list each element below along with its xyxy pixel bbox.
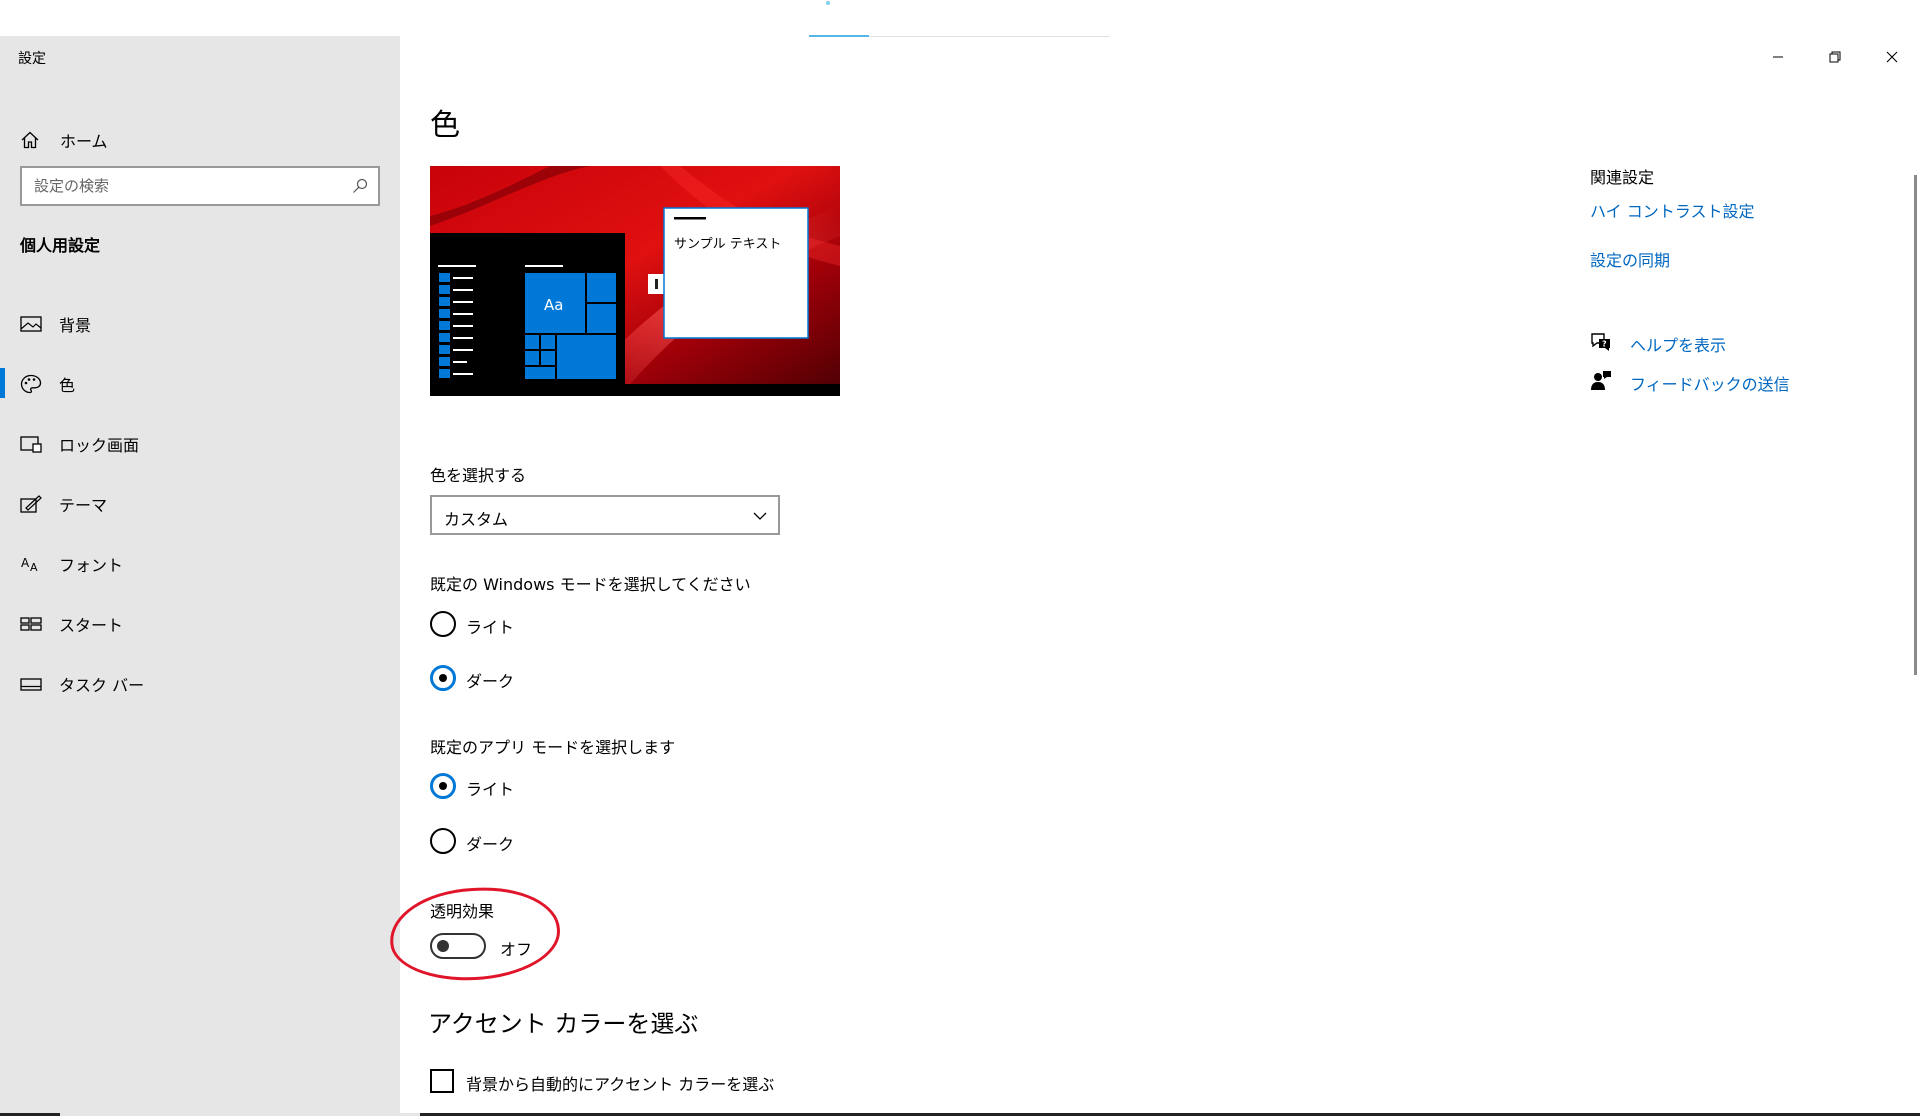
taskbar-icon [20, 678, 42, 691]
svg-text:A: A [30, 561, 38, 574]
sidebar-item-fonts[interactable]: A A フォント [0, 534, 400, 594]
sample-text: サンプル テキスト [674, 237, 781, 252]
app-mode-label: 既定のアプリ モードを選択します [430, 738, 676, 757]
preview-image: Aa サンプル テキスト [430, 166, 840, 396]
sidebar-item-label: 色 [59, 376, 76, 395]
feedback-link[interactable]: フィードバックの送信 [1630, 371, 1790, 395]
radio-label: ダーク [466, 835, 515, 854]
sidebar-item-label: スタート [59, 616, 124, 635]
radio-button[interactable] [430, 828, 456, 854]
radio-label: ライト [466, 780, 515, 799]
palette-icon [20, 374, 42, 394]
nav-home[interactable]: ホーム [0, 114, 400, 164]
windows-mode-label: 既定の Windows モードを選択してください [430, 575, 751, 594]
sidebar-item-label: 背景 [59, 316, 92, 335]
feedback-icon [1591, 371, 1611, 390]
sidebar-item-label: タスク バー [59, 676, 145, 695]
sidebar-item-label: テーマ [59, 496, 108, 515]
page-title: 色 [430, 108, 460, 143]
radio-button[interactable] [430, 611, 456, 637]
picture-icon [20, 316, 42, 332]
transparency-state: オフ [500, 940, 533, 959]
sidebar-item-lock-screen[interactable]: ロック画面 [0, 414, 400, 474]
help-chat-icon: ? [1591, 333, 1610, 351]
start-icon [20, 617, 42, 631]
transparency-toggle[interactable] [430, 933, 486, 959]
radio-button[interactable] [430, 665, 456, 691]
search-input[interactable] [34, 176, 334, 196]
sync-settings-link[interactable]: 設定の同期 [1590, 247, 1670, 271]
top-strip [0, 0, 1920, 37]
top-divider [869, 36, 1110, 37]
color-preview: Aa サンプル テキスト [430, 166, 840, 396]
sidebar-item-background[interactable]: 背景 [0, 294, 400, 354]
get-help-link[interactable]: ヘルプを表示 [1630, 332, 1726, 356]
restore-icon[interactable] [1816, 46, 1852, 68]
radio-button[interactable] [430, 773, 456, 799]
dropdown-value: カスタム [444, 510, 509, 529]
nav-list: 背景 色 ロック画面 テーマ A A フォント スタート タスク バー [0, 294, 400, 714]
sidebar-item-label: ロック画面 [59, 436, 140, 455]
sidebar-item-themes[interactable]: テーマ [0, 474, 400, 534]
font-icon: A A [21, 556, 38, 574]
close-icon[interactable] [1874, 46, 1910, 68]
related-settings-title: 関連設定 [1590, 168, 1655, 187]
accent-heading: アクセント カラーを選ぶ [428, 1010, 699, 1038]
tile-text: Aa [544, 296, 563, 314]
sidebar-item-start[interactable]: スタート [0, 594, 400, 654]
active-indicator [0, 368, 5, 398]
chevron-down-icon [753, 512, 767, 520]
checkbox-label: 背景から自動的にアクセント カラーを選ぶ [466, 1075, 775, 1094]
svg-text:?: ? [1602, 340, 1607, 349]
high-contrast-link[interactable]: ハイ コントラスト設定 [1590, 198, 1754, 222]
search-box[interactable] [20, 166, 380, 206]
loading-dot [826, 1, 830, 5]
sidebar-item-taskbar[interactable]: タスク バー [0, 654, 400, 714]
transparency-label: 透明効果 [430, 902, 495, 921]
toggle-knob [437, 940, 449, 952]
choose-color-dropdown[interactable]: カスタム [430, 495, 780, 535]
nav-home-label: ホーム [60, 132, 108, 151]
radio-label: ライト [466, 618, 515, 637]
auto-accent-checkbox[interactable] [430, 1069, 454, 1093]
sidebar: 設定 ホーム 個人用設定 背景 色 [0, 36, 400, 1116]
scrollbar[interactable] [1914, 175, 1917, 675]
top-accent-line [809, 35, 869, 37]
lock-screen-icon [20, 436, 42, 453]
theme-icon [20, 495, 42, 513]
choose-color-label: 色を選択する [430, 466, 527, 485]
search-icon[interactable] [352, 178, 368, 194]
svg-text:A: A [21, 556, 30, 570]
section-title: 個人用設定 [20, 236, 101, 255]
app-title: 設定 [18, 51, 46, 67]
sidebar-item-label: フォント [59, 556, 124, 575]
sidebar-item-colors[interactable]: 色 [0, 354, 400, 414]
radio-label: ダーク [466, 672, 515, 691]
home-icon [21, 131, 39, 149]
minimize-icon[interactable] [1760, 46, 1796, 68]
